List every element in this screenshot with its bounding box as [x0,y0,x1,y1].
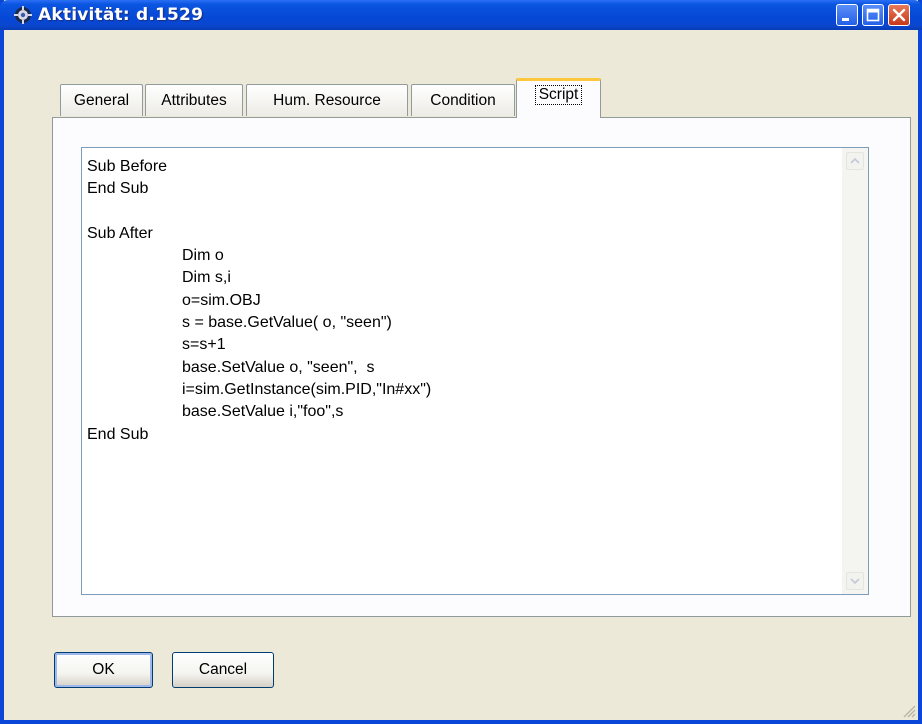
code-line: s = base.GetValue( o, "seen") [182,314,392,332]
close-icon [892,8,906,22]
code-line: base.SetValue i,"foo",s [182,403,344,421]
ok-button[interactable]: OK [54,652,153,688]
title-bar[interactable]: Aktivität: d.1529 [0,0,922,30]
maximize-button[interactable] [862,4,884,26]
tab-label: Attributes [161,91,227,109]
dialog-window: Aktivität: d.1529 General Attributes Hum… [0,0,922,724]
tab-label: Condition [430,91,496,109]
chevron-up-icon [850,157,860,164]
tab-general[interactable]: General [60,84,143,116]
window-title: Aktivität: d.1529 [38,5,204,25]
code-line: End Sub [87,180,149,198]
code-line: i=sim.GetInstance(sim.PID,"In#xx") [182,380,432,398]
code-line: Sub Before [87,158,168,175]
tab-label: Script [534,84,583,105]
resize-grip-icon[interactable] [900,702,916,718]
code-line: Dim o [182,247,224,265]
tab-script[interactable]: Script [516,78,601,118]
vertical-scrollbar[interactable] [842,148,868,594]
minimize-icon [842,18,849,21]
tab-label: Hum. Resource [273,91,381,109]
minimize-button[interactable] [836,4,858,26]
tab-hum-resource[interactable]: Hum. Resource [246,84,408,116]
scroll-up-button[interactable] [846,152,864,170]
tab-label: General [73,91,130,109]
scroll-down-button[interactable] [846,572,864,590]
code-line: s=s+1 [182,336,226,354]
gear-app-icon [14,6,32,24]
chevron-down-icon [850,578,860,585]
code-line: Dim s,i [182,269,231,287]
script-editor[interactable]: Sub Before End Sub Sub After Dim o Dim s,i o=… [81,147,869,595]
script-text[interactable]: Sub Before End Sub Sub After Dim o Dim s,i o=… [87,156,431,446]
code-line: o=sim.OBJ [182,291,261,309]
code-line: base.SetValue o, "seen", s [182,358,375,376]
tab-attributes[interactable]: Attributes [145,84,243,116]
code-line: End Sub [87,425,149,443]
cancel-button[interactable]: Cancel [172,652,274,688]
code-line: Sub After [87,224,153,242]
tab-condition[interactable]: Condition [411,84,515,116]
maximize-icon [866,8,880,22]
close-button[interactable] [888,4,910,26]
